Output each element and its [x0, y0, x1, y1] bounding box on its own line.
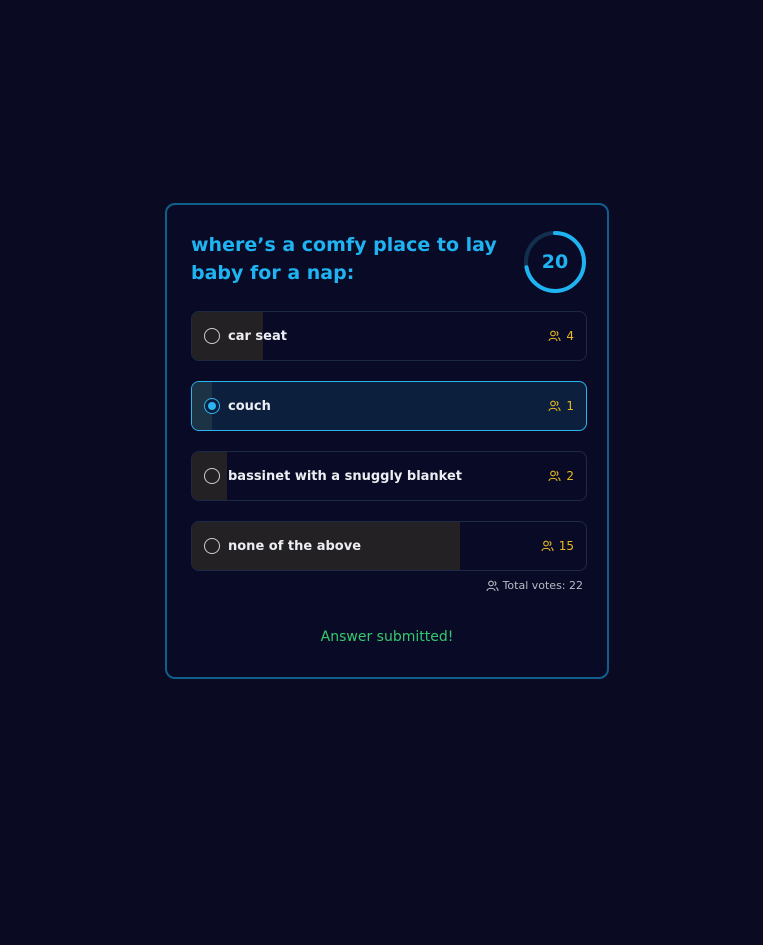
- option-label: couch: [228, 398, 271, 414]
- total-votes-label: Total votes: 22: [502, 579, 583, 592]
- poll-option-couch[interactable]: couch 1: [191, 381, 587, 431]
- users-icon: [541, 540, 554, 552]
- poll-option-none-of-the-above[interactable]: none of the above 15: [191, 521, 587, 571]
- option-label: car seat: [228, 328, 287, 344]
- timer-value: 20: [541, 251, 569, 273]
- poll-option-car-seat[interactable]: car seat 4: [191, 311, 587, 361]
- users-icon: [548, 330, 561, 342]
- option-radio[interactable]: [204, 398, 220, 414]
- vote-count-value: 2: [566, 469, 574, 483]
- countdown-timer: 20: [523, 230, 587, 294]
- option-radio[interactable]: [204, 468, 220, 484]
- option-label: bassinet with a snuggly blanket: [228, 468, 463, 484]
- option-radio[interactable]: [204, 328, 220, 344]
- users-icon: [548, 470, 561, 482]
- users-icon: [486, 580, 499, 591]
- option-vote-count: 1: [548, 382, 574, 430]
- vote-count-value: 4: [566, 329, 574, 343]
- answer-submitted-message: Answer submitted!: [320, 629, 454, 645]
- vote-count-value: 15: [558, 539, 574, 553]
- option-vote-count: 2: [548, 452, 574, 500]
- poll-option-bassinet[interactable]: bassinet with a snuggly blanket 2: [191, 451, 587, 501]
- option-radio[interactable]: [204, 538, 220, 554]
- poll-card: where’s a comfy place to lay baby for a …: [165, 203, 609, 679]
- poll-question: where’s a comfy place to lay baby for a …: [191, 234, 497, 284]
- total-votes: Total votes: 22: [486, 579, 583, 592]
- users-icon: [548, 400, 561, 412]
- option-label: none of the above: [228, 538, 362, 554]
- option-vote-count: 4: [548, 312, 574, 360]
- vote-count-value: 1: [566, 399, 574, 413]
- option-vote-count: 15: [541, 522, 574, 570]
